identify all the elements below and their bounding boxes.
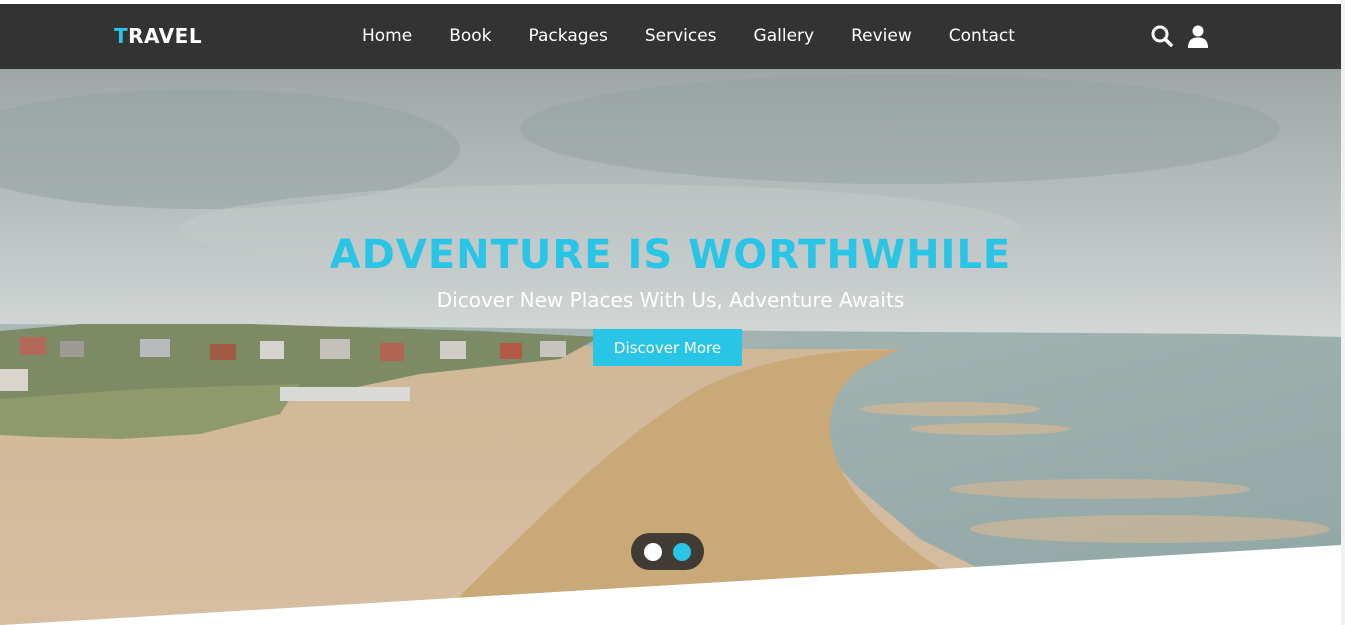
nav-book[interactable]: Book <box>449 26 491 46</box>
nav-icons <box>1150 24 1222 48</box>
brand-logo[interactable]: TRAVEL <box>114 24 202 48</box>
nav-links: Home Book Packages Services Gallery Revi… <box>362 26 1052 46</box>
logo-first-letter: T <box>114 24 129 48</box>
hero-section: ADVENTURE IS WORTHWHILE Dicover New Plac… <box>0 69 1341 625</box>
user-icon[interactable] <box>1186 24 1210 48</box>
hero-subtitle: Dicover New Places With Us, Adventure Aw… <box>436 288 905 312</box>
discover-more-button[interactable]: Discover More <box>593 329 742 366</box>
slide-dot-1[interactable] <box>644 543 662 561</box>
navbar: TRAVEL Home Book Packages Services Galle… <box>0 4 1341 69</box>
nav-packages[interactable]: Packages <box>529 26 608 46</box>
nav-contact[interactable]: Contact <box>949 26 1015 46</box>
nav-home[interactable]: Home <box>362 26 412 46</box>
nav-services[interactable]: Services <box>645 26 717 46</box>
nav-gallery[interactable]: Gallery <box>754 26 815 46</box>
slider-pagination <box>631 533 704 570</box>
slide-dot-2-active[interactable] <box>673 543 691 561</box>
logo-rest: RAVEL <box>128 24 203 48</box>
nav-review[interactable]: Review <box>851 26 912 46</box>
hero-title: ADVENTURE IS WORTHWHILE <box>329 232 1012 278</box>
page-scrollbar[interactable] <box>1341 0 1345 625</box>
search-icon[interactable] <box>1150 24 1174 48</box>
